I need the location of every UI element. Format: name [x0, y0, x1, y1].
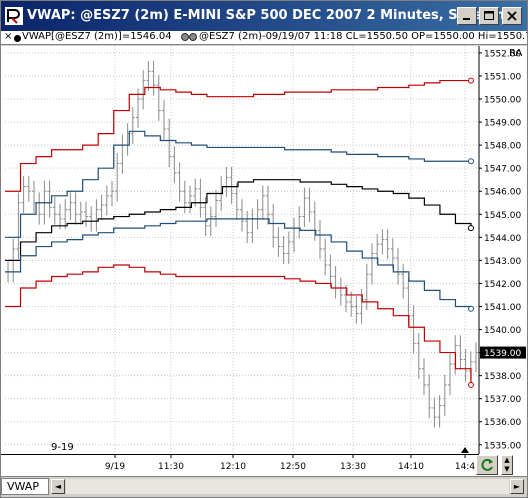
arrow-down-icon: ▼ — [504, 465, 510, 473]
indicator-dot-icon — [14, 35, 21, 42]
title-bar[interactable]: VWAP: @ESZ7 (2m) E-MINI S&P 500 DEC 2007… — [1, 1, 527, 31]
x-tick-label: 14:4 — [455, 462, 475, 472]
y-tick-label: 1549.00 — [484, 119, 521, 129]
quote-readout: @ESZ7 (2m)-09/19/07 11:18 CL=1550.50 OP=… — [199, 31, 527, 42]
x-tick-label: 14:10 — [398, 462, 424, 472]
info-close-icon[interactable]: × — [4, 31, 12, 42]
y-tick-label: 1538.00 — [484, 372, 521, 382]
app-logo-icon — [5, 7, 23, 25]
chart-plot-area[interactable]: 1552.00 1551.00 1550.00 1549.00 1548.00 1547.… — [1, 46, 527, 454]
zoom-arrows-button[interactable]: ▲ ▼ — [501, 455, 513, 475]
series-line — [5, 218, 472, 309]
y-tick-label: 1535.00 — [484, 441, 521, 451]
y-tick-label: 1537.00 — [484, 395, 521, 405]
y-tick-label: 1543.00 — [484, 257, 521, 267]
chart-window: VWAP: @ESZ7 (2m) E-MINI S&P 500 DEC 2007… — [0, 0, 528, 498]
minimize-button[interactable] — [457, 7, 477, 25]
x-tick-label: 11:30 — [158, 462, 184, 472]
y-tick-label: 1551.00 — [484, 72, 521, 82]
close-button[interactable] — [502, 7, 522, 25]
window-title: VWAP: @ESZ7 (2m) E-MINI S&P 500 DEC 2007… — [27, 8, 519, 23]
scroll-right-button[interactable]: ► — [510, 479, 524, 494]
right-partial-label: RA — [509, 48, 523, 59]
series-end-marker — [468, 381, 474, 388]
arrow-up-icon: ▲ — [504, 456, 510, 464]
x-tick-label: 9/19 — [105, 462, 125, 472]
y-tick-label: 1544.00 — [484, 234, 521, 244]
maximize-button[interactable] — [479, 7, 499, 25]
refresh-icon — [481, 458, 493, 471]
tab-vwap[interactable]: VWAP — [1, 478, 49, 495]
y-tick-label: 1536.00 — [484, 418, 521, 428]
series-end-marker — [468, 158, 474, 165]
series-line — [5, 79, 471, 192]
series-end-marker — [468, 225, 474, 232]
time-axis-strip: 9/19 11:30 12:10 12:50 13:30 14:10 14:4 — [1, 454, 527, 476]
y-tick-label: 1541.00 — [484, 303, 521, 313]
x-tick-label: 12:50 — [280, 462, 306, 472]
time-cursor-marker-icon — [461, 447, 469, 453]
y-tick-label: 1548.00 — [484, 142, 521, 152]
series-end-marker — [468, 77, 474, 84]
series-end-marker — [468, 305, 474, 312]
x-tick-label: 12:10 — [220, 462, 246, 472]
refresh-button[interactable] — [476, 455, 498, 475]
y-tick-label: 1547.00 — [484, 165, 521, 175]
y-tick-label: 1545.00 — [484, 211, 521, 221]
close-icon — [507, 11, 517, 21]
y-tick-label: 1540.00 — [484, 326, 521, 336]
scroll-track[interactable] — [66, 479, 509, 494]
minimize-icon — [463, 18, 470, 20]
indicator-info-bar: × VWAP[@ESZ7 (2m)]=1546.04 @ESZ7 (2m)-09… — [1, 31, 527, 45]
time-axis: 9/19 11:30 12:10 12:50 13:30 14:10 14:4 — [1, 454, 479, 472]
y-tick-label: 1546.00 — [484, 188, 521, 198]
price-chart[interactable]: 1552.001551.001550.001549.001548.001547.… — [1, 46, 527, 454]
date-marker: 9-19 — [51, 442, 74, 453]
bar-chart-icon — [181, 32, 197, 44]
maximize-icon — [484, 11, 494, 20]
y-tick-label: 1542.00 — [484, 280, 521, 290]
vwap-readout: VWAP[@ESZ7 (2m)]=1546.04 — [22, 31, 172, 42]
current-price-label: 1539.00 — [484, 349, 521, 359]
scroll-left-button[interactable]: ◄ — [51, 479, 65, 494]
x-tick-label: 13:30 — [340, 462, 366, 472]
y-tick-label: 1550.00 — [484, 96, 521, 106]
bottom-scrollbar: VWAP ◄ ► — [1, 476, 527, 496]
